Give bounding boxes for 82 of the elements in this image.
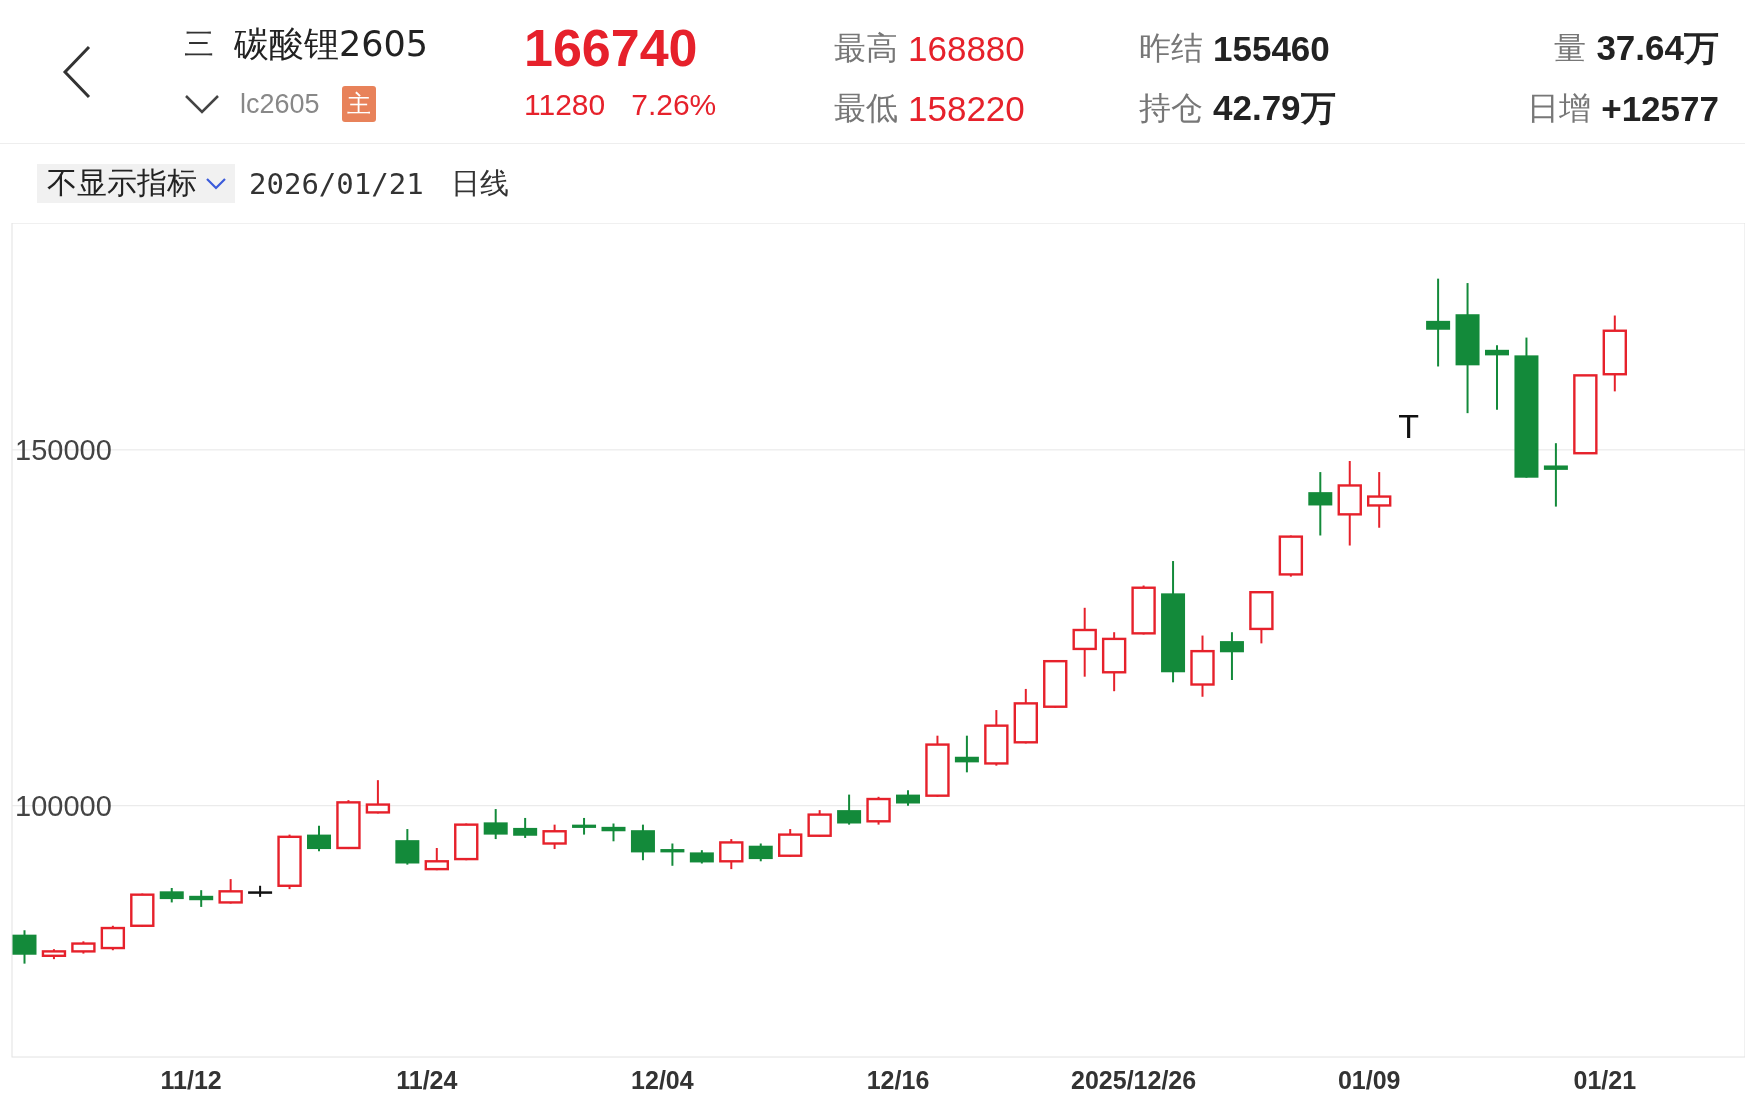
x-axis-label: 11/12 <box>160 1066 222 1094</box>
candlestick <box>1543 442 1568 508</box>
y-axis-label: 100000 <box>15 789 112 822</box>
candlestick <box>454 822 479 862</box>
candlestick <box>248 884 273 898</box>
candlestick <box>483 808 508 841</box>
candlestick <box>542 823 567 851</box>
candlestick <box>71 940 96 955</box>
candlestick <box>1101 631 1127 693</box>
candlestick <box>630 823 655 862</box>
candlestick <box>130 892 155 928</box>
menu-button[interactable]: 三 <box>184 24 214 65</box>
candlestick <box>984 709 1009 767</box>
stat-label: 最高 <box>834 27 898 69</box>
candlestick <box>1131 584 1156 636</box>
stat-label: 日增 <box>1527 87 1592 129</box>
stat-value: 158220 <box>908 88 1025 129</box>
candlestick <box>601 822 626 843</box>
candlestick <box>1485 344 1509 411</box>
chart-marker: T <box>1398 406 1420 445</box>
y-axis-label: 150000 <box>15 433 112 466</box>
stat-value: +12577 <box>1601 88 1719 129</box>
candlestick <box>1013 687 1038 745</box>
candlestick <box>1190 634 1215 698</box>
indicator-dropdown[interactable]: 不显示指标 <box>37 164 235 203</box>
date-label: 2026/01/21 <box>249 166 424 201</box>
stat-label: 持仓 <box>1139 87 1203 129</box>
candlestick <box>1308 471 1333 537</box>
candlestick <box>719 838 744 871</box>
percent-change: 7.26% <box>631 87 717 122</box>
stat-value: 42.79万 <box>1213 87 1336 129</box>
contract-name: 碳酸锂2605 <box>234 23 429 66</box>
stat-value: 168880 <box>908 28 1025 69</box>
x-axis-label: 01/09 <box>1337 1066 1401 1094</box>
stat-label: 最低 <box>834 87 898 129</box>
candlestick <box>1043 659 1068 709</box>
candlestick <box>1219 631 1244 682</box>
candlestick <box>424 847 449 872</box>
candlestick <box>925 734 950 798</box>
candlestick <box>807 809 832 838</box>
last-price: 166740 <box>524 21 699 74</box>
candlestick <box>513 816 538 839</box>
stat-value: 155460 <box>1213 28 1330 69</box>
candlestick <box>12 929 37 965</box>
x-axis-label: 2025/12/26 <box>1071 1066 1197 1094</box>
candlestick <box>218 878 243 905</box>
x-axis-label: 11/24 <box>396 1066 458 1094</box>
candlestick <box>100 924 126 952</box>
x-axis-label: 12/16 <box>866 1066 930 1094</box>
period-label: 日线 <box>450 164 509 202</box>
price-change: 11280 <box>524 87 606 122</box>
main-contract-badge: 主 <box>341 86 376 122</box>
candlestick <box>159 887 184 904</box>
candlestick <box>866 795 891 826</box>
candlestick <box>336 799 361 851</box>
stat-label: 量 <box>1554 27 1587 69</box>
candlestick <box>896 789 920 807</box>
candlestick <box>660 842 685 867</box>
candlestick <box>365 779 391 815</box>
back-icon[interactable] <box>62 44 92 99</box>
candlestick <box>395 828 420 866</box>
candlestick <box>572 816 597 836</box>
chevron-down-icon <box>205 177 227 190</box>
candlestick <box>1278 534 1304 578</box>
candlestick <box>954 734 979 774</box>
x-axis-label: 01/21 <box>1573 1066 1637 1094</box>
x-axis-label: 12/04 <box>631 1066 694 1094</box>
candlestick <box>41 948 67 961</box>
candlestick <box>307 824 331 853</box>
candlestick <box>1249 590 1274 645</box>
stat-value: 37.64万 <box>1596 27 1719 69</box>
candlestick <box>748 842 773 863</box>
stat-label: 昨结 <box>1139 27 1203 69</box>
candlestick <box>778 828 803 858</box>
candlestick <box>1072 606 1097 678</box>
candlestick <box>189 889 214 908</box>
candlestick <box>1367 471 1392 529</box>
candlestick <box>689 849 714 865</box>
contract-code: lc2605 <box>240 88 320 120</box>
chevron-down-icon[interactable] <box>184 94 220 114</box>
candlestick <box>277 833 302 891</box>
candlestick <box>837 793 862 826</box>
